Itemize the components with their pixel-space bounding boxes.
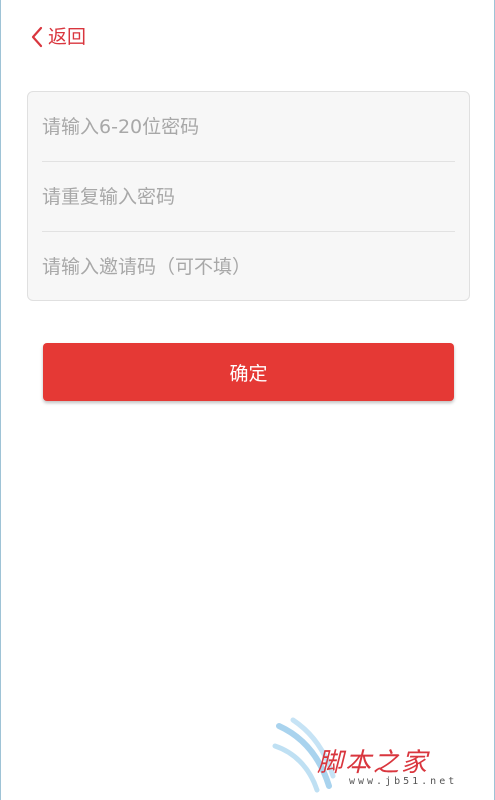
site-watermark: 脚本之家 www.jb51.net: [271, 716, 486, 794]
watermark-title: 脚本之家: [317, 748, 430, 778]
invite-code-field-row: [42, 232, 455, 301]
chevron-left-icon: [31, 26, 43, 48]
password-form-card: [27, 91, 470, 301]
watermark-url: www.jb51.net: [349, 776, 458, 787]
password-field-row: [42, 92, 455, 161]
app-screen: 返回 确定 脚本之家 www.jb51.net: [0, 0, 495, 800]
confirm-button[interactable]: 确定: [43, 343, 454, 401]
back-label: 返回: [48, 26, 87, 48]
back-button[interactable]: 返回: [29, 24, 86, 50]
invite-code-input[interactable]: [42, 255, 455, 278]
repeat-password-field-row: [42, 162, 455, 231]
repeat-password-input[interactable]: [42, 185, 455, 208]
password-input[interactable]: [42, 115, 455, 138]
